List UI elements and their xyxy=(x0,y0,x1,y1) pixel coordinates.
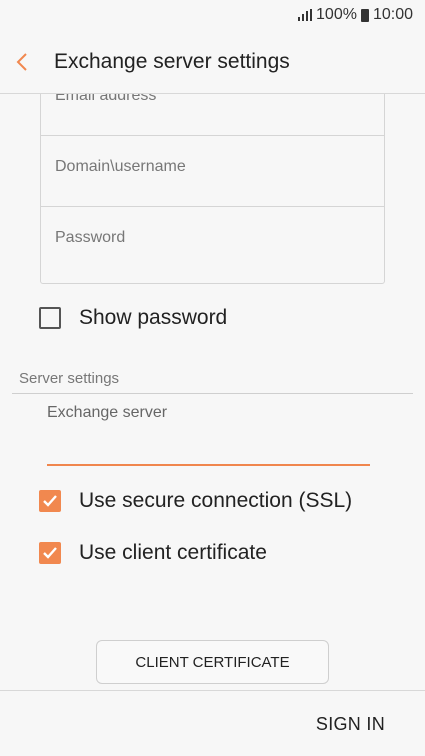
app-bar: Exchange server settings xyxy=(0,30,425,94)
chevron-left-icon[interactable] xyxy=(16,50,36,74)
exchange-server-label: Exchange server xyxy=(47,404,168,421)
clock: 10:00 xyxy=(372,6,413,23)
ssl-label: Use secure connection (SSL) xyxy=(79,489,353,512)
client-certificate-option-row[interactable]: Use client certificate xyxy=(39,541,267,565)
account-field-group: Email address Domain\username Password xyxy=(40,94,385,284)
server-settings-header: Server settings xyxy=(12,370,413,394)
battery-percent: 100% xyxy=(316,6,357,23)
domain-username-label: Domain\username xyxy=(55,158,186,175)
signal-icon xyxy=(298,9,313,21)
status-bar: 100% 10:00 xyxy=(0,0,425,30)
email-field-label: Email address xyxy=(55,94,157,104)
show-password-checkbox[interactable] xyxy=(39,307,61,329)
client-certificate-checkbox[interactable] xyxy=(39,542,61,564)
checkmark-icon xyxy=(43,547,57,559)
password-field[interactable]: Password xyxy=(41,207,384,285)
password-label: Password xyxy=(55,229,126,246)
sign-in-button[interactable]: SIGN IN xyxy=(316,714,385,735)
ssl-option-row[interactable]: Use secure connection (SSL) xyxy=(39,489,352,513)
ssl-checkbox[interactable] xyxy=(39,490,61,512)
email-field[interactable]: Email address xyxy=(41,94,384,136)
client-certificate-button[interactable]: CLIENT CERTIFICATE xyxy=(96,640,329,684)
exchange-server-input[interactable] xyxy=(47,426,370,466)
checkmark-icon xyxy=(43,495,57,507)
settings-content[interactable]: Email address Domain\username Password S… xyxy=(0,94,425,690)
client-certificate-label: Use client certificate xyxy=(79,541,267,564)
page-title: Exchange server settings xyxy=(54,49,290,73)
show-password-row[interactable]: Show password xyxy=(39,306,227,330)
show-password-label: Show password xyxy=(79,306,228,329)
battery-icon xyxy=(360,8,369,22)
bottom-action-bar: SIGN IN xyxy=(0,690,425,756)
domain-username-field[interactable]: Domain\username xyxy=(41,136,384,207)
